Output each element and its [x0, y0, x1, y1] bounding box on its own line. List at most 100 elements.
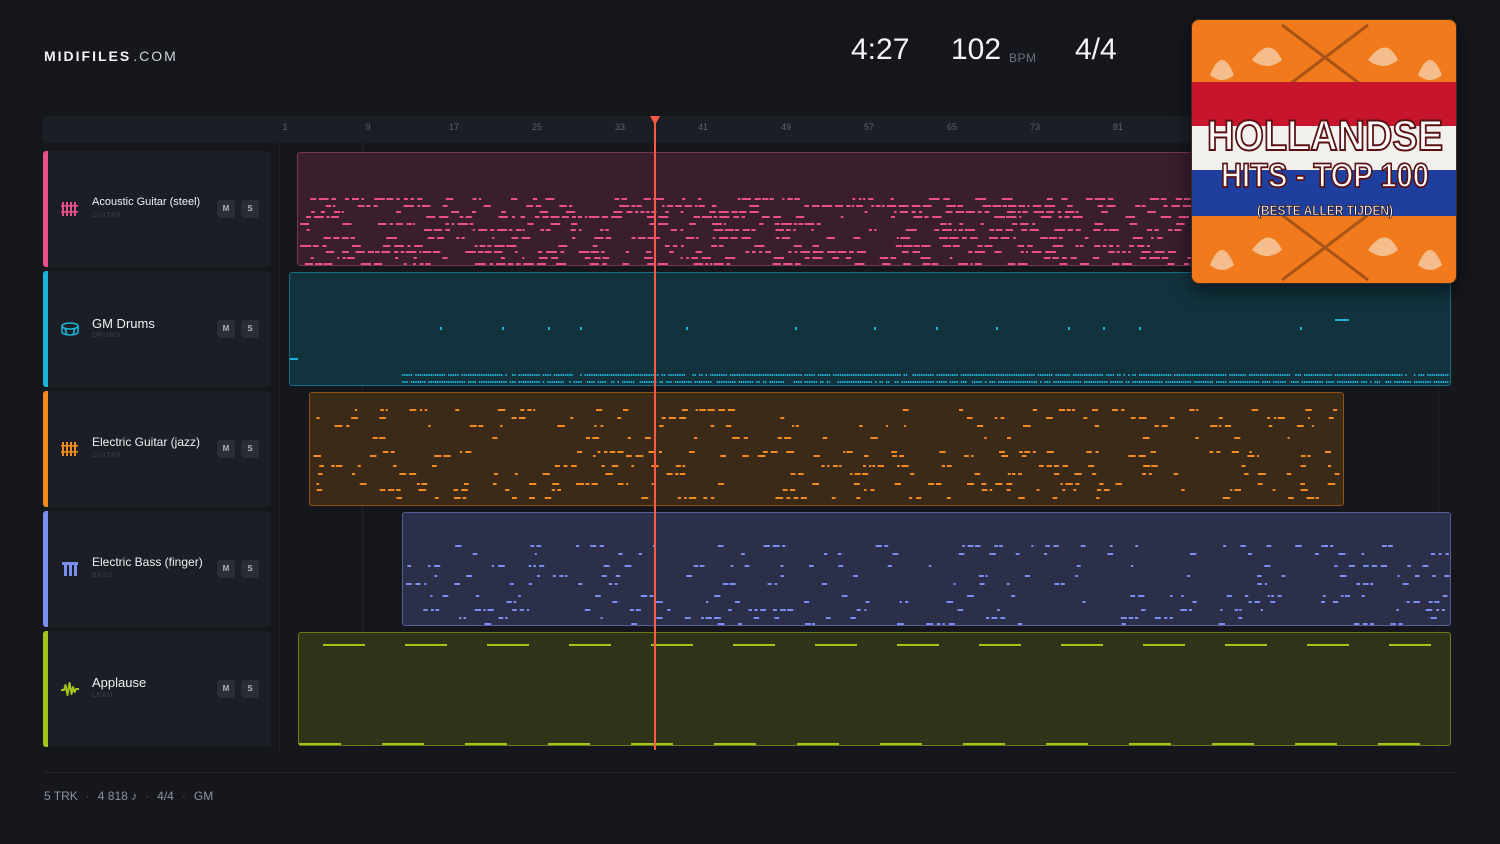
midi-note	[498, 374, 501, 376]
solo-button[interactable]: S	[241, 680, 259, 698]
midi-note	[538, 381, 540, 383]
midi-note	[428, 374, 430, 376]
midi-note	[382, 743, 424, 745]
playhead-marker[interactable]	[650, 116, 660, 125]
midi-note	[402, 374, 404, 376]
track-header-acoustic-guitar[interactable]: Acoustic Guitar (steel) GUITAR M S	[43, 151, 271, 267]
midi-note	[1158, 374, 1161, 376]
solo-button[interactable]: S	[241, 200, 259, 218]
midi-note	[984, 437, 987, 439]
midi-note	[1075, 229, 1081, 231]
midi-note	[462, 497, 467, 499]
midi-note	[694, 374, 696, 376]
midi-note	[1338, 553, 1346, 555]
midi-note	[1297, 374, 1299, 376]
mute-button[interactable]: M	[217, 560, 235, 578]
midi-note	[413, 223, 416, 225]
midi-note	[864, 374, 866, 376]
midi-note	[1279, 374, 1282, 376]
midi-note	[800, 497, 807, 499]
midi-note	[448, 374, 450, 376]
midi-note	[1013, 381, 1015, 383]
midi-note	[985, 381, 987, 383]
midi-note	[1160, 198, 1167, 200]
playhead[interactable]	[654, 116, 656, 750]
midi-note	[1088, 374, 1090, 376]
midi-note	[1161, 381, 1163, 383]
midi-note	[419, 381, 421, 383]
midi-region-gm-drums[interactable]	[289, 272, 1451, 386]
midi-note	[1106, 374, 1108, 376]
midi-region-acoustic-guitar[interactable]	[297, 152, 1200, 266]
midi-note	[797, 743, 839, 745]
midi-note	[1107, 198, 1114, 200]
midi-note	[1380, 565, 1387, 567]
midi-note	[1307, 455, 1311, 457]
midi-note	[1352, 381, 1354, 383]
midi-note	[859, 374, 861, 376]
solo-button[interactable]: S	[241, 320, 259, 338]
midi-note	[1097, 374, 1099, 376]
midi-note	[299, 743, 341, 745]
midi-note	[839, 465, 842, 467]
mute-button[interactable]: M	[217, 440, 235, 458]
midi-note	[812, 257, 823, 259]
track-header-electric-bass[interactable]: Electric Bass (finger) BASS M S	[43, 511, 271, 627]
midi-note	[1059, 263, 1068, 265]
midi-note	[452, 374, 454, 376]
track-header-gm-drums[interactable]: GM Drums DRUMS M S	[43, 271, 271, 387]
midi-region-electric-bass[interactable]	[402, 512, 1451, 626]
midi-note	[1244, 595, 1249, 597]
midi-note	[730, 565, 734, 567]
midi-note	[898, 205, 909, 207]
midi-note	[957, 205, 964, 207]
midi-note	[1312, 381, 1315, 383]
midi-note	[425, 263, 431, 265]
midi-note	[1288, 497, 1294, 499]
midi-note	[463, 483, 469, 485]
midi-note	[604, 381, 606, 383]
solo-button[interactable]: S	[241, 560, 259, 578]
midi-note	[1240, 381, 1242, 383]
midi-note	[679, 473, 686, 475]
midi-note	[433, 229, 442, 231]
midi-note	[1427, 381, 1429, 383]
midi-note	[919, 374, 921, 376]
midi-note	[550, 216, 560, 218]
midi-note	[405, 644, 447, 646]
midi-note	[840, 216, 844, 218]
track-header-applause[interactable]: Applause LEAD M S	[43, 631, 271, 747]
midi-note	[1018, 374, 1020, 376]
midi-note	[1365, 381, 1367, 383]
midi-region-electric-guitar[interactable]	[309, 392, 1344, 506]
midi-note	[551, 257, 558, 259]
midi-note	[474, 609, 481, 611]
midi-note	[1341, 374, 1343, 376]
solo-button[interactable]: S	[241, 440, 259, 458]
midi-note	[404, 381, 406, 383]
midi-note	[601, 575, 607, 577]
midi-note	[811, 229, 814, 231]
midi-note	[601, 216, 609, 218]
midi-note	[472, 553, 478, 555]
midi-note	[1121, 263, 1132, 265]
midi-note	[1024, 451, 1031, 453]
mute-button[interactable]: M	[217, 680, 235, 698]
midi-note	[1332, 381, 1334, 383]
mute-button[interactable]: M	[217, 320, 235, 338]
site-logo[interactable]: MIDIFILES .COM	[44, 48, 178, 64]
track-header-electric-guitar[interactable]: Electric Guitar (jazz) GUITAR M S	[43, 391, 271, 507]
midi-region-applause[interactable]	[298, 632, 1451, 746]
mute-button[interactable]: M	[217, 200, 235, 218]
midi-note	[856, 205, 863, 207]
midi-note	[500, 257, 505, 259]
midi-note	[605, 229, 609, 231]
midi-note	[1327, 483, 1336, 485]
midi-note	[584, 216, 588, 218]
midi-note	[360, 263, 371, 265]
midi-note	[1233, 374, 1235, 376]
midi-note	[926, 623, 934, 625]
midi-note	[571, 216, 576, 218]
midi-note	[924, 216, 929, 218]
midi-note	[1418, 381, 1420, 383]
